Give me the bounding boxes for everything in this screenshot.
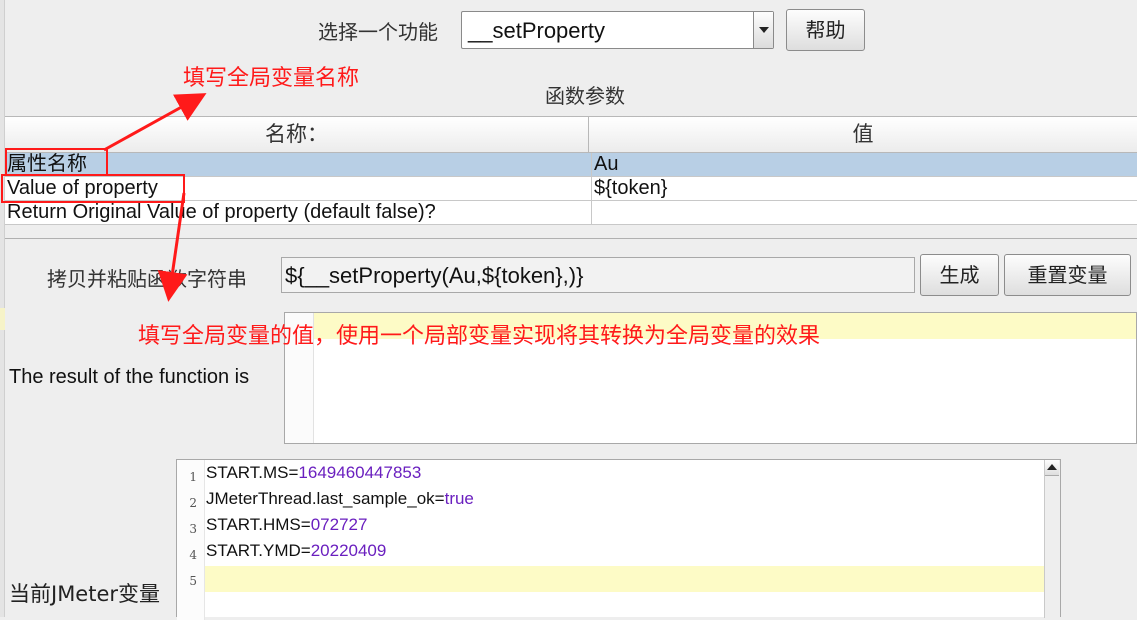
help-button[interactable]: 帮助: [786, 9, 865, 51]
param-value-cell[interactable]: ${token}: [591, 177, 1132, 201]
function-select-value: __setProperty: [468, 18, 605, 43]
variable-line: START.YMD=20220409: [206, 541, 386, 561]
variable-value: 20220409: [310, 541, 387, 560]
chevron-up-icon: [1047, 464, 1057, 470]
chevron-down-icon: [759, 27, 769, 33]
line-number: 1: [189, 470, 197, 484]
param-value-cell[interactable]: [591, 201, 1132, 225]
jmeter-variables-editor[interactable]: 1 START.MS=1649460447853 2 JMeterThread.…: [176, 459, 1061, 620]
line-number-gutter: [177, 460, 205, 620]
function-select-label: 选择一个功能: [318, 20, 438, 44]
generate-button[interactable]: 生成: [920, 254, 999, 296]
param-value-cell[interactable]: Au: [591, 153, 1132, 177]
highlight-box-property-name: [5, 148, 108, 176]
current-line-highlight: [205, 566, 1045, 592]
params-section-title: 函数参数: [545, 84, 625, 108]
dropdown-arrow-button[interactable]: [753, 12, 773, 48]
line-number: 4: [189, 548, 197, 562]
function-select-dropdown[interactable]: __setProperty: [461, 11, 774, 49]
left-highlight-strip: [0, 308, 5, 330]
params-table: 名称： 值 属性名称 Au Value of property ${token}…: [5, 116, 1137, 225]
column-header-value[interactable]: 值: [589, 117, 1137, 153]
line-number: 3: [189, 522, 197, 536]
param-value-text: [592, 201, 594, 223]
line-number: 5: [189, 574, 197, 588]
variable-key: START.HMS=: [206, 515, 311, 534]
variable-value: true: [444, 489, 474, 508]
variable-line: START.HMS=072727: [206, 515, 367, 535]
param-name-cell[interactable]: Return Original Value of property (defau…: [7, 201, 587, 225]
table-divider: [5, 226, 1137, 239]
function-string-value: ${__setProperty(Au,${token},)}: [285, 263, 584, 288]
table-row[interactable]: Return Original Value of property (defau…: [5, 201, 1137, 225]
annotation-global-variable-value: 填写全局变量的值，使用一个局部变量实现将其转换为全局变量的效果: [138, 324, 821, 349]
variable-key: JMeterThread.last_sample_ok=: [206, 489, 445, 508]
variable-value: 1649460447853: [298, 463, 422, 482]
line-number: 2: [189, 496, 197, 510]
result-label: The result of the function is: [9, 366, 250, 388]
param-value-text: Au: [594, 153, 619, 175]
copy-paste-label: 拷贝并粘贴函数字符串: [47, 267, 247, 291]
function-string-field[interactable]: ${__setProperty(Au,${token},)}: [281, 257, 915, 293]
variable-value: 072727: [310, 515, 368, 534]
variable-key: START.YMD=: [206, 541, 311, 560]
jmeter-variables-label: 当前JMeter变量: [9, 582, 161, 606]
annotation-global-variable-name: 填写全局变量名称: [183, 66, 360, 91]
scroll-up-button[interactable]: [1045, 460, 1059, 476]
reset-variables-button[interactable]: 重置变量: [1004, 254, 1131, 296]
variable-line: JMeterThread.last_sample_ok=true: [206, 489, 474, 509]
highlight-box-property-value: [1, 174, 185, 203]
variable-line: START.MS=1649460447853: [206, 463, 421, 483]
variable-key: START.MS=: [206, 463, 299, 482]
param-value-text: ${token}: [594, 177, 668, 199]
vertical-scrollbar[interactable]: [1044, 460, 1060, 618]
